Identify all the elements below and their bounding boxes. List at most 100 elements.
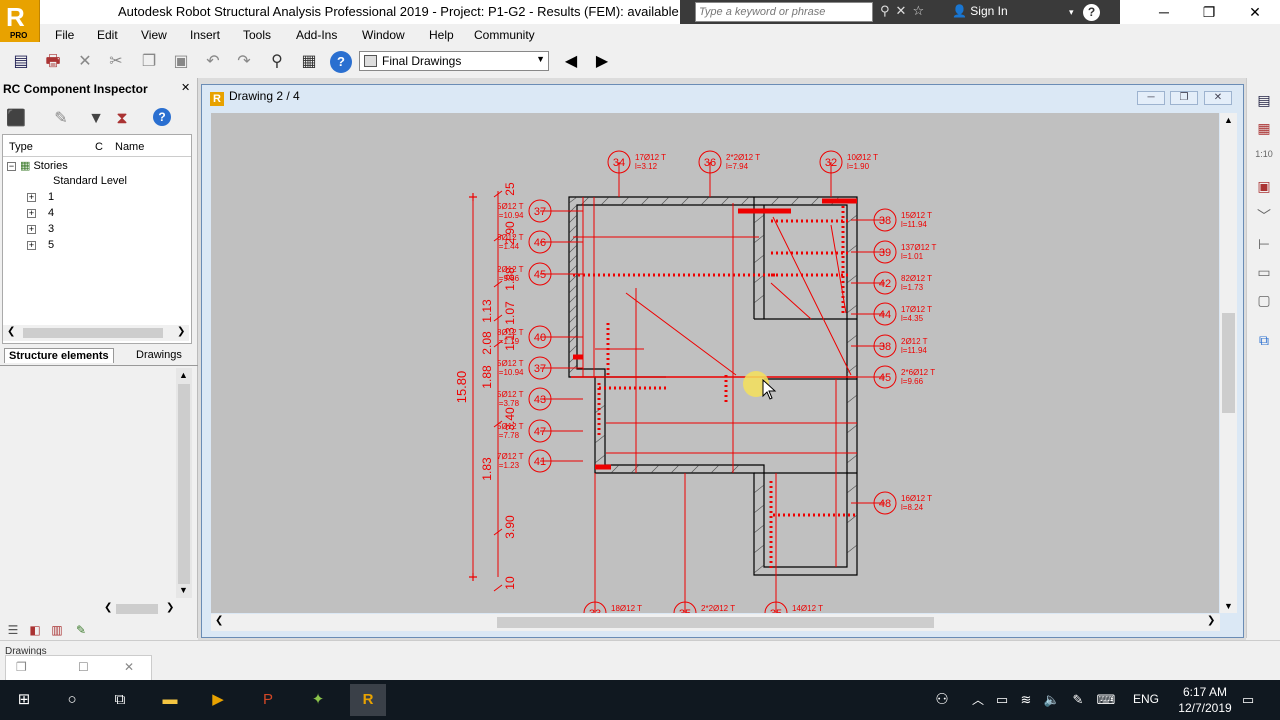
scroll-thumb[interactable] — [23, 328, 163, 338]
menu-tools[interactable]: Tools — [243, 28, 271, 42]
tree-item-3[interactable]: +3 — [27, 223, 54, 235]
app-logo[interactable]: R PRO — [0, 0, 40, 42]
battery-icon[interactable]: ▭ — [990, 688, 1014, 712]
chevron-up-icon[interactable]: ︿ — [966, 688, 990, 712]
close-icon[interactable]: ✕ — [181, 81, 190, 94]
scroll-right-icon[interactable]: ❯ — [166, 602, 174, 613]
powerpoint-icon[interactable]: P — [256, 688, 280, 712]
view-icon[interactable]: ▢ — [1254, 290, 1274, 310]
section-icon[interactable]: ▭ — [1254, 262, 1274, 282]
undo-icon[interactable]: ↶ — [202, 51, 224, 73]
clear-filter-icon[interactable]: ⧗ — [111, 108, 133, 130]
properties-vscroll[interactable]: ▲ ▼ — [176, 368, 192, 598]
tab-structure-elements[interactable]: Structure elements — [4, 348, 114, 363]
scroll-thumb[interactable] — [116, 604, 158, 614]
help-icon[interactable]: ? — [1083, 4, 1100, 21]
paste-icon[interactable]: ▣ — [170, 51, 192, 73]
media-icon[interactable]: ▶ — [206, 688, 230, 712]
zoom-icon[interactable]: ⚲ — [266, 51, 288, 73]
copy-icon[interactable]: ❐ — [138, 51, 160, 73]
scroll-left-icon[interactable]: ❮ — [215, 615, 223, 626]
tree-item-stories[interactable]: − ▦ Stories — [7, 159, 68, 172]
col-c[interactable]: C — [95, 141, 103, 153]
menu-community[interactable]: Community — [474, 28, 535, 42]
maximize-button[interactable]: ❐ — [1192, 2, 1226, 22]
volume-icon[interactable]: 🔈 — [1040, 688, 1064, 712]
app-icon[interactable]: ✦ — [306, 688, 330, 712]
help-icon[interactable]: ? — [153, 108, 171, 126]
next-icon[interactable]: ▶ — [591, 51, 613, 73]
chevron-down-icon[interactable]: ﹀ — [1254, 206, 1274, 226]
tree-item-5[interactable]: +5 — [27, 239, 54, 251]
delete-icon[interactable]: ✕ — [74, 51, 96, 73]
open-icon[interactable]: ⬛ — [5, 108, 27, 130]
search-input[interactable]: Type a keyword or phrase — [695, 2, 873, 22]
people-icon[interactable]: ⚇ — [930, 688, 954, 712]
scroll-right-icon[interactable]: ❯ — [1207, 615, 1215, 626]
expand-icon[interactable]: + — [27, 192, 36, 202]
menu-file[interactable]: File — [55, 28, 74, 42]
expand-icon[interactable]: + — [27, 240, 36, 250]
drawing-hscroll[interactable]: ❮ ❯ — [211, 614, 1220, 631]
minimized-window[interactable]: ❐ ☐ ✕ — [5, 655, 152, 681]
scroll-thumb[interactable] — [1222, 313, 1235, 413]
pen-icon[interactable]: ✎ — [1066, 688, 1090, 712]
maximize-icon[interactable]: ☐ — [78, 660, 89, 674]
tree-item-1[interactable]: +1 — [27, 191, 54, 203]
scroll-thumb[interactable] — [497, 617, 934, 628]
export-icon[interactable]: ⧉ — [1254, 330, 1274, 350]
pencil-icon[interactable]: ✎ — [70, 619, 92, 641]
print-icon[interactable]: 🖶 — [42, 51, 64, 73]
menu-add-ins[interactable]: Add-Ins — [296, 28, 337, 42]
rebar-icon[interactable]: ◧ — [24, 619, 46, 641]
dimension-icon[interactable]: ⊢ — [1254, 234, 1274, 254]
col-name[interactable]: Name — [115, 141, 144, 153]
filter-icon[interactable]: ▼ — [85, 108, 107, 130]
table-icon[interactable]: ▦ — [1254, 118, 1274, 138]
menu-help[interactable]: Help — [429, 28, 454, 42]
properties-icon[interactable]: ▤ — [10, 51, 32, 73]
scroll-thumb[interactable] — [178, 384, 190, 584]
keyboard-icon[interactable]: ⌨ — [1094, 688, 1118, 712]
star-icon[interactable]: ☆ — [912, 3, 930, 18]
properties-hscroll[interactable]: ❮ ❯ — [0, 600, 198, 618]
close-button[interactable]: ✕ — [1238, 2, 1272, 22]
close-icon[interactable]: ✕ — [124, 660, 134, 674]
notifications-icon[interactable]: ▭ — [1236, 688, 1260, 712]
col-type[interactable]: Type — [9, 141, 33, 153]
tree-item-standard-level[interactable]: Standard Level — [53, 175, 127, 187]
cut-icon[interactable]: ✂ — [105, 51, 127, 73]
scroll-left-icon[interactable]: ❮ — [104, 602, 112, 613]
task-view-icon[interactable]: ⧉ — [108, 688, 132, 712]
drawing-restore-button[interactable]: ❐ — [1170, 91, 1198, 105]
minimize-button[interactable]: ─ — [1147, 2, 1181, 22]
layout-icon[interactable]: ▤ — [1254, 90, 1274, 110]
scroll-up-icon[interactable]: ▲ — [1224, 115, 1233, 125]
restore-icon[interactable]: ❐ — [16, 660, 27, 674]
grid-icon[interactable]: ▦ — [298, 51, 320, 73]
view-combo[interactable]: Final Drawings ▼ — [359, 51, 549, 71]
scroll-up-icon[interactable]: ▲ — [179, 370, 188, 380]
clock[interactable]: 6:17 AM 12/7/2019 — [1170, 684, 1240, 716]
previous-icon[interactable]: ◀ — [560, 51, 582, 73]
tree-item-4[interactable]: +4 — [27, 207, 54, 219]
robot-taskbar-icon[interactable]: R — [350, 684, 386, 716]
scale-icon[interactable]: 1:10 — [1254, 144, 1274, 164]
menu-window[interactable]: Window — [362, 28, 405, 42]
search-icon[interactable]: ○ — [60, 688, 84, 712]
drawing-canvas[interactable]: 34 17Ø12 Tl=3.12 36 2*2Ø12 Tl=7.94 32 10Ø12 T… — [211, 113, 1219, 613]
scroll-right-icon[interactable]: ❯ — [177, 326, 185, 337]
help-icon[interactable]: ? — [330, 51, 352, 73]
drawing-close-button[interactable]: ✕ — [1204, 91, 1232, 105]
wifi-icon[interactable]: ≋ — [1014, 688, 1038, 712]
file-explorer-icon[interactable]: ▬ — [158, 688, 182, 712]
table-icon[interactable]: ▥ — [46, 619, 68, 641]
sheet-icon[interactable]: ▣ — [1254, 176, 1274, 196]
tree-hscroll[interactable]: ❮ ❯ — [3, 325, 189, 341]
tab-drawings[interactable]: Drawings — [132, 348, 186, 362]
edit-icon[interactable]: ✎ — [50, 108, 72, 130]
tools-icon[interactable]: ✕ — [896, 3, 913, 18]
list-icon[interactable]: ☰ — [2, 619, 24, 641]
windows-start-icon[interactable]: ⊞ — [12, 688, 36, 712]
drawing-minimize-button[interactable]: ─ — [1137, 91, 1165, 105]
